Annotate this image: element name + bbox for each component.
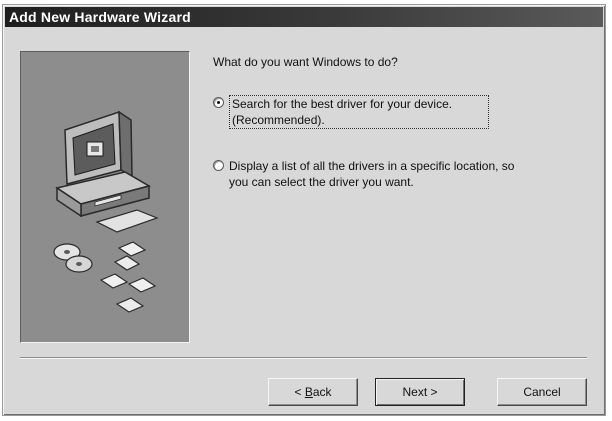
wizard-window: Add New Hardware Wizard What do you want… — [2, 4, 606, 416]
button-separator — [20, 357, 587, 359]
next-button[interactable]: Next > — [375, 378, 465, 406]
back-button-rest: ack — [312, 385, 332, 399]
back-button[interactable]: < Back — [268, 378, 358, 406]
option-display-driver-list[interactable]: Display a list of all the drivers in a s… — [213, 158, 579, 190]
option-2-line-1: Display a list of all the drivers in a s… — [229, 159, 515, 173]
radio-search-best-driver[interactable] — [213, 97, 224, 108]
cd-disc-icon — [53, 243, 93, 273]
option-display-driver-list-label[interactable]: Display a list of all the drivers in a s… — [229, 158, 579, 190]
option-1-line-2: (Recommended). — [232, 113, 325, 127]
title-bar[interactable]: Add New Hardware Wizard — [5, 7, 603, 27]
option-search-best-driver-label[interactable]: Search for the best driver for your devi… — [229, 95, 489, 129]
back-button-accesskey: B — [304, 385, 313, 399]
option-search-best-driver[interactable]: Search for the best driver for your devi… — [213, 95, 489, 129]
wizard-illustration — [53, 110, 159, 313]
wizard-question: What do you want Windows to do? — [213, 55, 398, 69]
option-2-line-2: you can select the driver you want. — [229, 175, 414, 189]
floppy-disk-icon — [99, 241, 157, 313]
cancel-button[interactable]: Cancel — [497, 378, 587, 406]
back-button-prefix: < — [294, 385, 305, 399]
option-1-line-1: Search for the best driver for your devi… — [232, 97, 453, 111]
window-title: Add New Hardware Wizard — [9, 9, 191, 25]
wizard-illustration-panel — [20, 51, 190, 343]
radio-display-driver-list[interactable] — [213, 160, 224, 171]
computer-icon — [55, 110, 159, 233]
